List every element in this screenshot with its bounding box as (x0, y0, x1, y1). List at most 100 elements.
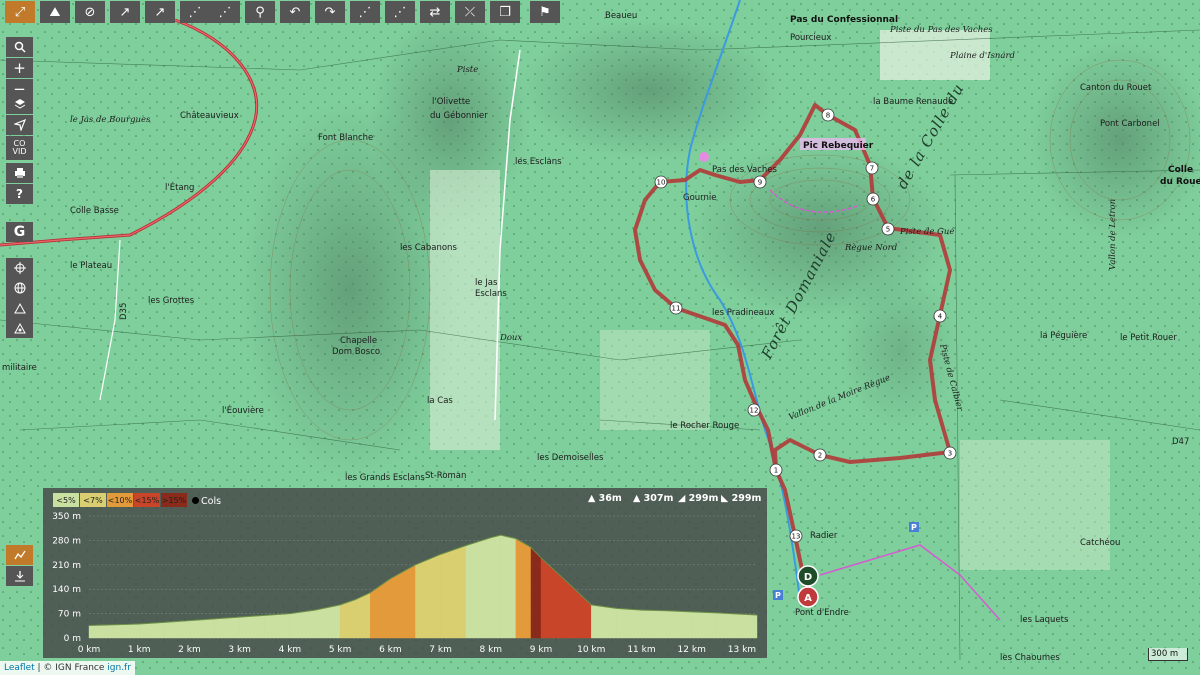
profile-segment (339, 599, 356, 639)
profile-segment (440, 545, 466, 639)
waypoint-label: 9 (758, 179, 762, 187)
eye-off-icon[interactable]: ⊘ (75, 1, 105, 23)
profile-segment (354, 592, 371, 639)
help-button[interactable]: ? (6, 184, 33, 204)
waypoint-label: 5 (886, 226, 890, 234)
profile-segment (666, 610, 692, 639)
swap-icon[interactable]: ⇄ (420, 1, 450, 23)
waypoint-marker[interactable]: 6 (866, 192, 880, 206)
profile-segment (465, 537, 492, 639)
profile-segment (264, 613, 291, 639)
pin-icon[interactable]: ⚑ (530, 1, 560, 23)
label-eouviere: l'Éouvière (222, 404, 264, 416)
start-marker[interactable]: A (797, 586, 819, 608)
parking-icon: P (909, 522, 919, 532)
waypoint-marker[interactable]: 5 (881, 222, 895, 236)
waypoint-marker[interactable]: 9 (753, 175, 767, 189)
arrow-ne-icon[interactable]: ↗ (110, 1, 140, 23)
redo-icon[interactable]: ↷ (315, 1, 345, 23)
bike-icon[interactable]: ⚲ (245, 1, 275, 23)
label-pic-rebequier: Pic Rebequier (803, 141, 874, 151)
undo-icon[interactable]: ↶ (280, 1, 310, 23)
label-les-esclans: les Esclans (515, 157, 562, 167)
fullscreen-icon[interactable]: ⤢ (5, 1, 35, 23)
search-icon[interactable] (6, 37, 33, 57)
profile-segment (741, 614, 758, 639)
label-st-roman: St-Roman (425, 471, 466, 481)
download-icon[interactable] (6, 566, 33, 586)
locate-arrow-icon[interactable] (6, 115, 33, 135)
x-tick-label: 9 km (530, 645, 553, 655)
route-icon[interactable]: ⋰ (210, 1, 240, 23)
hiker-icon[interactable] (6, 298, 33, 318)
label-d35: D35 (119, 303, 129, 320)
waypoint-label: 2 (818, 452, 822, 460)
svg-text:A: A (804, 593, 812, 604)
x-tick-label: 0 km (78, 645, 101, 655)
route-icon[interactable]: ⋰ (180, 1, 210, 23)
arrow-ne-icon[interactable]: ↗ (145, 1, 175, 23)
elevation-profile-panel[interactable]: <5% <7% <10% <15% >15% Cols ▲ 36m ▲ 307m ◢ 2… (43, 488, 767, 658)
route-up-icon[interactable]: ⛰ (40, 1, 70, 23)
label-chateauvieux: Châteauvieux (180, 111, 239, 121)
waypoint-marker[interactable]: 2 (813, 448, 827, 462)
waypoint-label: 10 (657, 179, 666, 187)
crosshair-icon[interactable] (6, 258, 33, 278)
attribution-separator: | © IGN France (34, 663, 108, 673)
zoom-in-icon[interactable]: + (6, 58, 33, 78)
label-pourcieux: Pourcieux (790, 33, 831, 43)
elevation-chart[interactable]: 350 m 280 m 210 m 140 m 70 m 0 m0 km 1 km 2 km 3… (43, 488, 767, 658)
waypoint-marker[interactable]: 4 (933, 309, 947, 323)
waypoint-marker[interactable]: 12 (747, 403, 761, 417)
label-la-cas: la Cas (427, 396, 453, 406)
y-tick-label: 140 m (52, 585, 81, 595)
waypoint-marker[interactable]: 8 (821, 108, 835, 122)
profile-segment (555, 571, 572, 639)
label-rocher-rouge: le Rocher Rouge (670, 421, 739, 431)
label-gebonnier: du Gébonnier (430, 110, 488, 121)
waypoint-marker[interactable]: 7 (865, 161, 879, 175)
label-jas-bourgues: le Jas de Bourgues (70, 115, 151, 125)
profile-segment (415, 554, 441, 639)
x-tick-label: 11 km (627, 645, 655, 655)
waypoint-marker[interactable]: 1 (769, 463, 783, 477)
profile-segment (530, 546, 542, 639)
route-icon[interactable]: ⋰ (350, 1, 380, 23)
covid-button[interactable]: CO VID (6, 136, 33, 160)
profile-segment (139, 622, 165, 639)
x-tick-label: 13 km (728, 645, 756, 655)
google-button[interactable]: G (6, 222, 33, 242)
label-font-blanche: Font Blanche (318, 133, 373, 143)
x-tick-label: 3 km (228, 645, 251, 655)
leaflet-link[interactable]: Leaflet (4, 663, 35, 673)
covid-line2: VID (12, 147, 27, 156)
end-marker[interactable]: D (797, 565, 819, 587)
y-tick-label: 70 m (58, 610, 81, 620)
label-piste: Piste (456, 65, 478, 75)
globe-icon[interactable] (6, 278, 33, 298)
print-icon[interactable] (6, 163, 33, 183)
waypoint-marker[interactable]: 10 (654, 175, 668, 189)
label-grottes: les Grottes (148, 296, 195, 306)
label-regue-nord: Règue Nord (844, 242, 898, 253)
waypoint-label: 12 (750, 407, 759, 415)
waypoint-marker[interactable]: 13 (789, 529, 803, 543)
waypoint-marker[interactable]: 11 (669, 301, 683, 315)
copy-icon[interactable]: ❐ (490, 1, 520, 23)
no-route-icon[interactable]: ⤫ (455, 1, 485, 23)
layers-icon[interactable] (6, 94, 33, 114)
profile-segment (214, 616, 240, 639)
label-catcheou: Catchéou (1080, 537, 1120, 548)
waypoint-marker[interactable]: 3 (943, 446, 957, 460)
waypoint-label: 1 (774, 467, 778, 475)
label-piste-pas-vaches: Piste du Pas des Vaches (889, 25, 993, 35)
label-doux: Doux (499, 333, 522, 343)
profile-segment (691, 611, 718, 639)
ign-link[interactable]: ign.fr (107, 663, 131, 673)
route-icon[interactable]: ⋰ (385, 1, 415, 23)
mountain-icon[interactable] (6, 318, 33, 338)
waypoint-label: 3 (948, 450, 952, 458)
elevation-chart-icon[interactable] (6, 545, 33, 565)
x-tick-label: 12 km (678, 645, 706, 655)
y-tick-label: 210 m (52, 561, 81, 571)
